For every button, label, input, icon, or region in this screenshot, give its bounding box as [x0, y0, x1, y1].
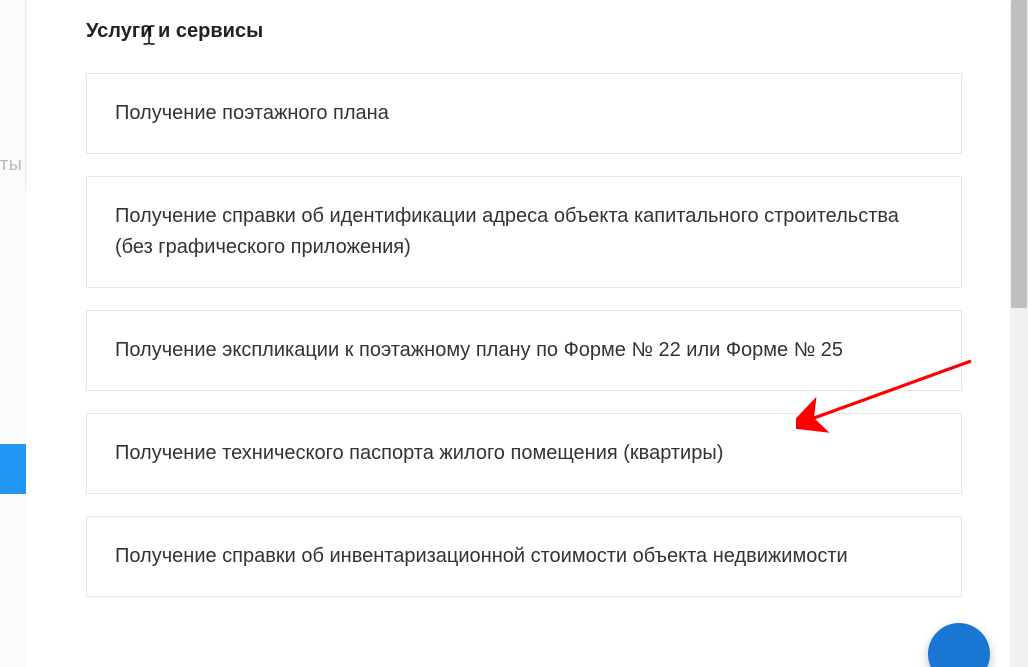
left-sidebar: ты — [0, 0, 26, 667]
scrollbar-thumb[interactable] — [1011, 0, 1027, 308]
service-item-tech-passport[interactable]: Получение технического паспорта жилого п… — [86, 413, 962, 494]
service-label: Получение поэтажного плана — [115, 102, 389, 124]
sidebar-partial-text: ты — [0, 154, 22, 175]
service-label: Получение экспликации к поэтажному плану… — [115, 339, 843, 361]
scrollbar-track[interactable] — [1010, 0, 1028, 667]
service-label: Получение справки об инвентаризационной … — [115, 545, 848, 567]
sidebar-active-indicator[interactable] — [0, 444, 26, 494]
service-item-inventory-value[interactable]: Получение справки об инвентаризационной … — [86, 516, 962, 597]
service-label: Получение справки об идентификации адрес… — [115, 205, 899, 258]
main-content: Услуги и сервисы Получение поэтажного пл… — [26, 0, 1028, 667]
service-item-floor-plan[interactable]: Получение поэтажного плана — [86, 73, 962, 154]
service-label: Получение технического паспорта жилого п… — [115, 442, 723, 464]
section-title: Услуги и сервисы — [86, 20, 1028, 43]
service-list: Получение поэтажного плана Получение спр… — [86, 73, 962, 597]
service-item-explikation[interactable]: Получение экспликации к поэтажному плану… — [86, 310, 962, 391]
service-item-address-id[interactable]: Получение справки об идентификации адрес… — [86, 176, 962, 288]
